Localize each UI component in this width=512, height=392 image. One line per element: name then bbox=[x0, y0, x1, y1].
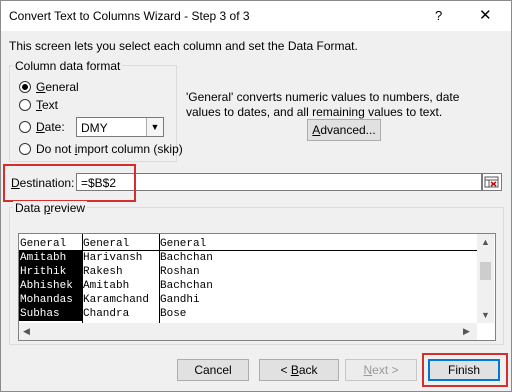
preview-cell: Karamchand bbox=[83, 294, 150, 306]
destination-input[interactable]: =$B$2 bbox=[76, 173, 482, 191]
range-select-button[interactable] bbox=[482, 173, 502, 191]
data-preview-legend: Data preview bbox=[13, 201, 88, 215]
scroll-down-icon[interactable]: ▼ bbox=[481, 310, 490, 320]
general-radio[interactable] bbox=[19, 81, 31, 93]
text-label: Text bbox=[36, 98, 59, 112]
scroll-left-icon[interactable]: ◀ bbox=[23, 326, 30, 337]
preview-cell: Harivansh bbox=[83, 252, 143, 264]
date-label: Date: bbox=[36, 120, 65, 134]
preview-cell: Bachchan bbox=[160, 280, 213, 292]
next-button[interactable]: Next > bbox=[345, 359, 417, 381]
preview-cell: Hrithik bbox=[19, 265, 83, 279]
scroll-right-icon[interactable]: ▶ bbox=[463, 326, 470, 337]
preview-cell: Bachchan bbox=[160, 252, 213, 264]
preview-cell: Mohandas bbox=[19, 293, 83, 307]
preview-cell: Abhishek bbox=[19, 279, 83, 293]
skip-radio[interactable] bbox=[19, 143, 31, 155]
back-button[interactable]: < Back bbox=[259, 359, 339, 381]
title-bar: Convert Text to Columns Wizard - Step 3 … bbox=[1, 1, 511, 31]
date-format-select[interactable]: DMY ▼ bbox=[76, 117, 164, 137]
preview-cell: Rakesh bbox=[83, 266, 123, 278]
vertical-scrollbar[interactable]: ▲ ▼ bbox=[477, 234, 494, 323]
column-header[interactable]: General bbox=[160, 237, 206, 251]
preview-cell: Bose bbox=[160, 308, 187, 320]
skip-label: Do not import column (skip) bbox=[36, 142, 183, 156]
vertical-scroll-thumb[interactable] bbox=[480, 262, 491, 280]
help-button[interactable]: ? bbox=[435, 8, 442, 23]
column-format-legend: Column data format bbox=[13, 59, 123, 73]
chevron-down-icon[interactable]: ▼ bbox=[146, 118, 163, 136]
preview-cell: Chandra bbox=[83, 308, 130, 320]
column-header[interactable]: General bbox=[20, 237, 66, 251]
destination-highlight bbox=[3, 164, 136, 202]
text-radio[interactable] bbox=[19, 99, 31, 111]
finish-highlight bbox=[422, 353, 508, 387]
cancel-button[interactable]: Cancel bbox=[177, 359, 249, 381]
convert-text-to-columns-dialog: Convert Text to Columns Wizard - Step 3 … bbox=[0, 0, 512, 392]
preview-cell: Amitabh bbox=[83, 280, 130, 292]
column-header[interactable]: General bbox=[83, 237, 129, 251]
intro-text: This screen lets you select each column … bbox=[9, 39, 358, 53]
preview-cell: Amitabh bbox=[19, 251, 83, 265]
horizontal-scrollbar[interactable]: ◀ ▶ bbox=[19, 323, 477, 340]
general-label: General bbox=[36, 80, 79, 94]
advanced-button[interactable]: Advanced... bbox=[307, 119, 381, 141]
preview-cell: Subhas bbox=[19, 307, 83, 321]
dialog-title: Convert Text to Columns Wizard - Step 3 … bbox=[9, 9, 250, 23]
preview-cell: Gandhi bbox=[160, 294, 200, 306]
scroll-up-icon[interactable]: ▲ bbox=[481, 237, 490, 247]
collapse-dialog-icon bbox=[484, 176, 499, 188]
preview-cell: Roshan bbox=[160, 266, 200, 278]
date-radio[interactable] bbox=[19, 121, 31, 133]
close-button[interactable]: ✕ bbox=[479, 6, 492, 24]
format-info-text: 'General' converts numeric values to num… bbox=[186, 90, 460, 119]
data-preview-grid[interactable]: General General General Amitabh Harivans… bbox=[18, 233, 496, 341]
date-format-value: DMY bbox=[81, 121, 108, 135]
